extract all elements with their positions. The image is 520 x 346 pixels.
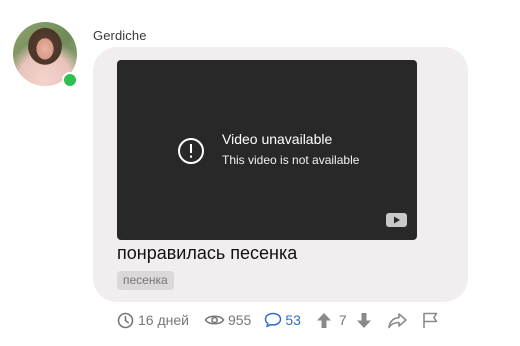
video-error-title: Video unavailable [222,131,333,147]
eye-icon [204,315,225,325]
post-actions-bar: 16 дней 955 53 7 [117,309,439,331]
views-count: 955 [204,312,251,328]
tag-chip[interactable]: песенка [117,271,174,290]
video-error-subtitle: This video is not available [222,153,360,167]
flag-icon[interactable] [421,312,439,329]
video-embed[interactable]: Video unavailable This video is not avai… [117,60,417,240]
post-age-text: 16 дней [138,312,189,328]
post-text: понравилась песенка [117,243,298,263]
clock-icon [117,312,134,328]
comments-value: 53 [285,312,301,328]
alert-circle-icon [178,138,204,164]
online-status-dot [62,72,78,88]
youtube-icon[interactable] [386,213,407,227]
post-age: 16 дней [117,312,189,329]
rating-value: 7 [338,312,347,328]
author-name[interactable]: Gerdiche [93,28,147,43]
upvote-arrow-icon[interactable] [316,312,332,329]
share-icon[interactable] [387,312,408,329]
comments-link[interactable]: 53 [264,312,301,328]
comment-icon [265,312,282,328]
downvote-arrow-icon[interactable] [356,312,372,329]
views-value: 955 [227,312,252,328]
